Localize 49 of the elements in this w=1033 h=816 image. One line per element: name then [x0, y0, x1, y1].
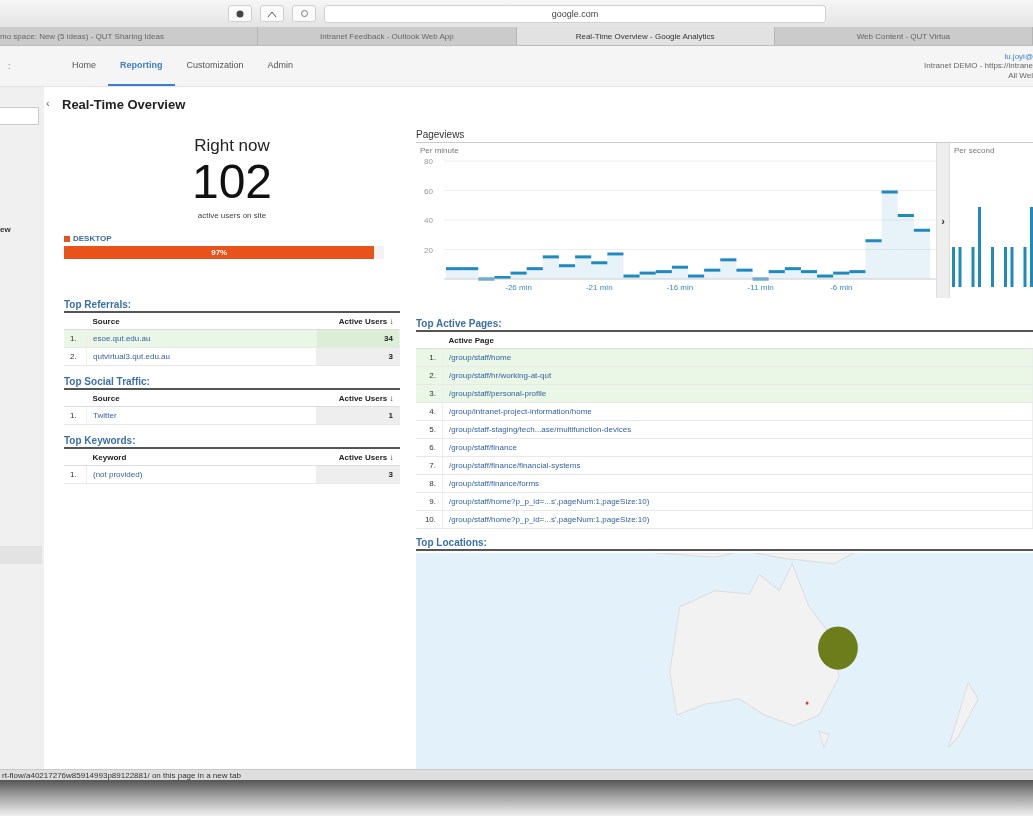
section-title: Top Referrals: [64, 299, 400, 313]
active-users-caption: active users on site [197, 211, 267, 220]
axis-label: 20 [424, 245, 433, 255]
row-number: 2. [64, 347, 87, 366]
axis-label: 80 [424, 157, 433, 166]
row-number: 9. [416, 492, 443, 511]
row-number: 10. [416, 510, 443, 529]
axis-label: 40 [424, 216, 433, 225]
axis-label: -26 min [505, 283, 532, 292]
chart-title: Pageviews [416, 129, 466, 140]
column-header: Active Users ↓ [316, 390, 400, 407]
axis-label: 60 [424, 186, 433, 196]
active-users-count: 102 [191, 156, 273, 208]
account-text: Intranet DEMO - https://intrane [924, 61, 1033, 71]
nav-text: : [8, 61, 12, 71]
row-number: 3. [416, 384, 443, 403]
column-header: Keyword [86, 449, 317, 466]
section-title: Top Keywords: [64, 435, 400, 449]
chart-label: Per second [954, 146, 995, 155]
account-text: All Wel [1008, 70, 1033, 81]
legend-label: DESKTOP [73, 234, 112, 243]
axis-label: -11 min [747, 283, 774, 292]
column-header: Active Users ↓ [316, 313, 400, 330]
column-header: Source [86, 390, 317, 407]
page-title: Real-Time Overview [62, 97, 187, 112]
column-header: Source [86, 313, 317, 330]
row-number: 5. [416, 420, 443, 439]
section-title: Top Locations: [416, 537, 1033, 551]
right-now-heading: Right now [194, 136, 270, 156]
account-text: lu.joyi@ [1004, 51, 1033, 62]
column-header: Active Page [442, 332, 1033, 349]
axis-label: -6 min [830, 283, 853, 292]
chart-label: Per minute [420, 146, 459, 155]
section-title: Top Social Traffic: [64, 376, 400, 390]
row-number: 1. [64, 465, 87, 484]
row-number: 4. [416, 402, 443, 421]
column-header: Active Users ↓ [316, 449, 400, 466]
device-bar-fill: 97% [64, 246, 375, 259]
axis-label: -21 min [585, 283, 613, 292]
row-number: 1. [416, 348, 443, 367]
row-number: 7. [416, 456, 443, 475]
row-number: 1. [64, 329, 87, 348]
status-text: rt-flow/a40217276w85914993p89122881/ on this page in a new tab [2, 770, 241, 780]
row-number: 2. [416, 366, 443, 385]
axis-label: -16 min [666, 283, 694, 292]
row-number: 8. [416, 474, 443, 493]
row-number: 6. [416, 438, 443, 457]
row-number: 1. [64, 406, 87, 425]
section-title: Top Active Pages: [416, 318, 1033, 332]
